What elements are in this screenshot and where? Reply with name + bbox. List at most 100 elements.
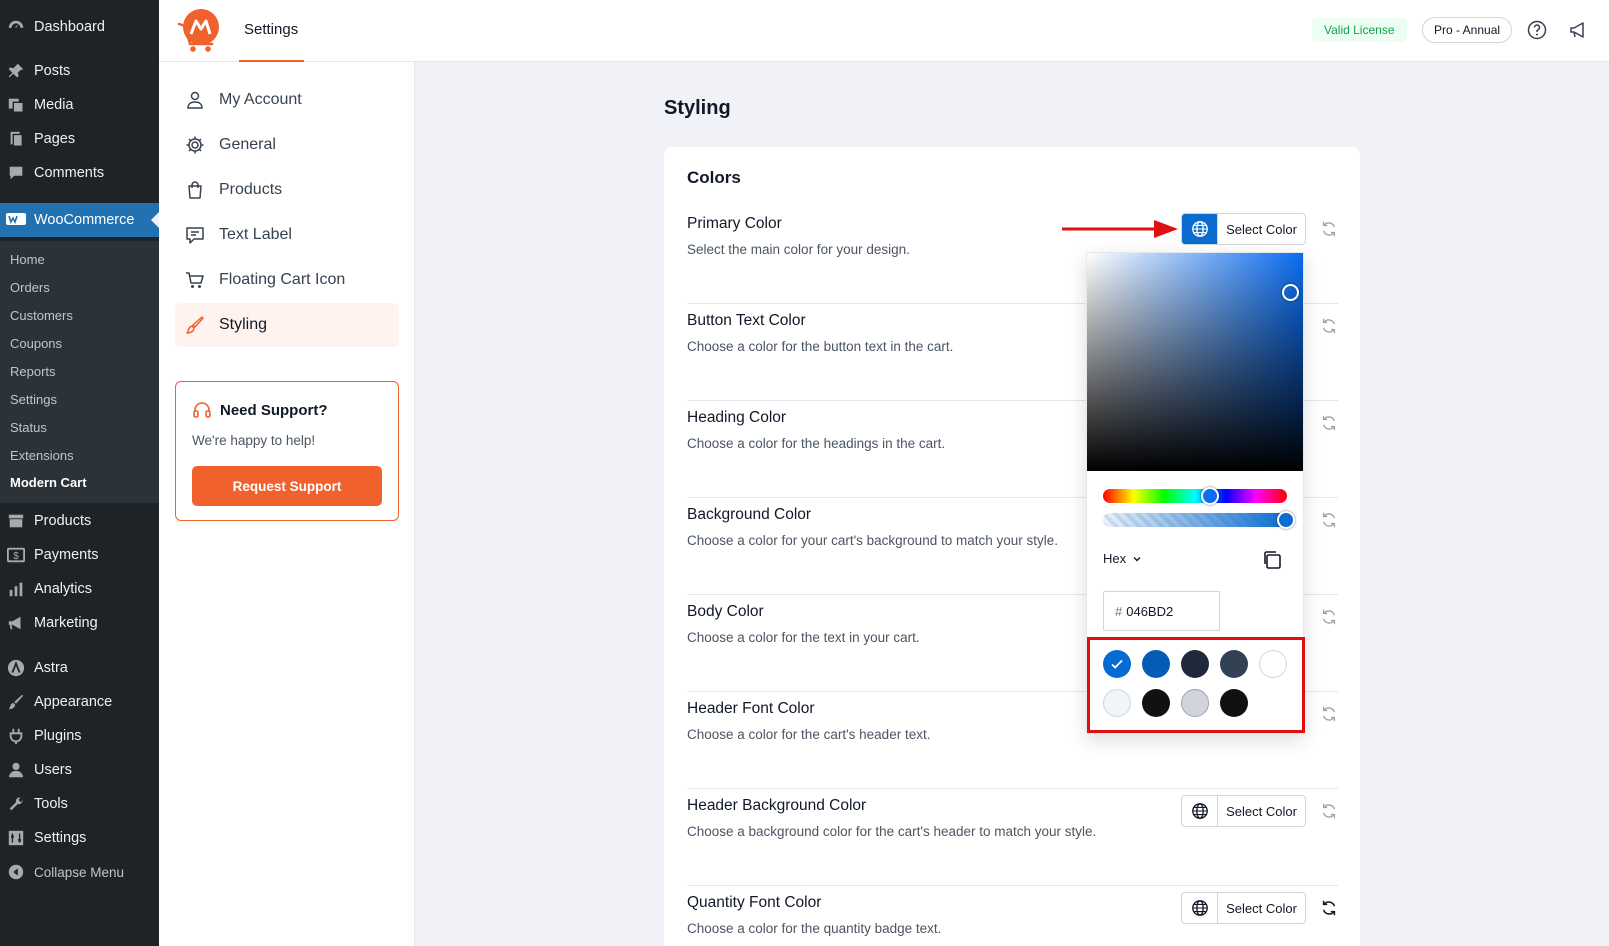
- svg-text:$: $: [13, 551, 19, 562]
- wp-menu-marketing[interactable]: Marketing: [0, 608, 159, 638]
- header-title[interactable]: Settings: [244, 21, 298, 38]
- wp-collapse-menu[interactable]: Collapse Menu: [0, 857, 159, 887]
- reset-icon[interactable]: [1320, 414, 1338, 432]
- nav-styling[interactable]: Styling: [175, 303, 399, 347]
- settings-nav: My Account General Products Text Label F…: [159, 62, 415, 946]
- payments-icon: $: [6, 545, 26, 565]
- wp-sub-extensions[interactable]: Extensions: [10, 448, 74, 463]
- reset-icon[interactable]: [1320, 317, 1338, 335]
- wp-menu-comments[interactable]: Comments: [0, 158, 159, 188]
- row-title: Background Color: [687, 506, 812, 523]
- alpha-handle[interactable]: [1277, 511, 1295, 529]
- alpha-slider[interactable]: [1103, 513, 1287, 527]
- select-color-label: Select Color: [1226, 221, 1297, 237]
- row-description: Choose a color for the quantity badge te…: [687, 921, 942, 936]
- wp-menu-media[interactable]: Media: [0, 90, 159, 120]
- wp-sub-modern-cart[interactable]: Modern Cart: [10, 475, 87, 490]
- swatch[interactable]: [1259, 650, 1287, 678]
- row-title: Body Color: [687, 603, 764, 620]
- wp-menu-tools[interactable]: Tools: [0, 789, 159, 819]
- request-support-button[interactable]: Request Support: [192, 466, 382, 506]
- reset-icon[interactable]: [1320, 802, 1338, 820]
- wp-menu-users[interactable]: Users: [0, 755, 159, 785]
- swatch[interactable]: [1220, 689, 1248, 717]
- saturation-area[interactable]: [1087, 253, 1303, 471]
- help-icon[interactable]: [1527, 20, 1547, 40]
- swatch[interactable]: [1181, 650, 1209, 678]
- select-color-button[interactable]: Select Color: [1181, 213, 1306, 245]
- wp-menu-analytics[interactable]: Analytics: [0, 574, 159, 604]
- hue-slider[interactable]: [1103, 489, 1287, 503]
- select-color-button[interactable]: Select Color: [1181, 892, 1306, 924]
- row-title: Button Text Color: [687, 312, 806, 329]
- row-description: Choose a color for your cart's backgroun…: [687, 533, 1058, 548]
- dashboard-icon: [6, 17, 26, 37]
- check-icon: [1111, 659, 1123, 669]
- wp-sub-home[interactable]: Home: [10, 252, 45, 267]
- wp-menu-products[interactable]: Products: [0, 506, 159, 536]
- wp-menu-appearance[interactable]: Appearance: [0, 687, 159, 717]
- wp-menu-woocommerce[interactable]: WooCommerce: [0, 203, 159, 237]
- wp-sub-customers[interactable]: Customers: [10, 308, 73, 323]
- user-icon: [6, 760, 26, 780]
- row-description: Choose a color for the button text in th…: [687, 339, 954, 354]
- brush-icon: [6, 692, 26, 712]
- settings-icon: [6, 828, 26, 848]
- wp-sub-reports[interactable]: Reports: [10, 364, 56, 379]
- wp-menu-settings[interactable]: Settings: [0, 823, 159, 853]
- hash-prefix: #: [1115, 603, 1123, 619]
- wp-sub-settings[interactable]: Settings: [10, 392, 57, 407]
- wp-menu-plugins[interactable]: Plugins: [0, 721, 159, 751]
- nav-my-account[interactable]: My Account: [175, 78, 399, 122]
- comments-icon: [6, 163, 26, 183]
- woocommerce-submenu: Home Orders Customers Coupons Reports Se…: [0, 241, 159, 503]
- swatch[interactable]: [1142, 689, 1170, 717]
- wp-menu-dashboard[interactable]: Dashboard: [0, 12, 159, 42]
- wp-menu-posts[interactable]: Posts: [0, 56, 159, 86]
- copy-icon[interactable]: [1262, 550, 1282, 570]
- wp-sub-status[interactable]: Status: [10, 420, 47, 435]
- plugin-header: Settings Valid License Pro - Annual: [159, 0, 1609, 62]
- nav-floating-cart-icon[interactable]: Floating Cart Icon: [175, 258, 399, 302]
- announcement-icon[interactable]: [1568, 20, 1588, 40]
- pages-icon: [6, 129, 26, 149]
- support-card: Need Support? We're happy to help! Reque…: [175, 381, 399, 521]
- select-color-button[interactable]: Select Color: [1181, 795, 1306, 827]
- row-title: Primary Color: [687, 215, 782, 232]
- swatch[interactable]: [1220, 650, 1248, 678]
- reset-icon[interactable]: [1320, 608, 1338, 626]
- cart-icon: [185, 270, 205, 290]
- hex-value: 046BD2: [1126, 603, 1174, 619]
- wp-sub-coupons[interactable]: Coupons: [10, 336, 62, 351]
- wp-sub-orders[interactable]: Orders: [10, 280, 50, 295]
- astra-icon: [6, 658, 26, 678]
- collapse-icon: [6, 862, 26, 882]
- wrench-icon: [6, 794, 26, 814]
- hex-input[interactable]: # 046BD2: [1103, 591, 1220, 631]
- analytics-icon: [6, 579, 26, 599]
- preset-swatches: [1087, 637, 1305, 733]
- wp-menu-pages[interactable]: Pages: [0, 124, 159, 154]
- nav-text-label[interactable]: Text Label: [175, 213, 399, 257]
- plug-icon: [6, 726, 26, 746]
- wp-menu-astra[interactable]: Astra: [0, 653, 159, 683]
- row-description: Choose a background color for the cart's…: [687, 824, 1097, 839]
- reset-icon[interactable]: [1320, 511, 1338, 529]
- reset-icon[interactable]: [1320, 220, 1338, 238]
- reset-icon[interactable]: [1320, 899, 1338, 917]
- megaphone-icon: [6, 613, 26, 633]
- nav-products[interactable]: Products: [175, 168, 399, 212]
- wp-menu-payments[interactable]: $ Payments: [0, 540, 159, 570]
- nav-general[interactable]: General: [175, 123, 399, 167]
- hue-handle[interactable]: [1201, 487, 1219, 505]
- swatch[interactable]: [1142, 650, 1170, 678]
- swatch[interactable]: [1181, 689, 1209, 717]
- user-icon: [185, 90, 205, 110]
- swatch[interactable]: [1103, 689, 1131, 717]
- row-quantity-font-color: Quantity Font Color Choose a color for t…: [687, 886, 1338, 946]
- format-select[interactable]: Hex: [1103, 551, 1142, 566]
- color-picker-popover: Hex # 046BD2: [1086, 252, 1305, 734]
- swatch-selected[interactable]: [1103, 650, 1131, 678]
- reset-icon[interactable]: [1320, 705, 1338, 723]
- saturation-handle[interactable]: [1282, 284, 1299, 301]
